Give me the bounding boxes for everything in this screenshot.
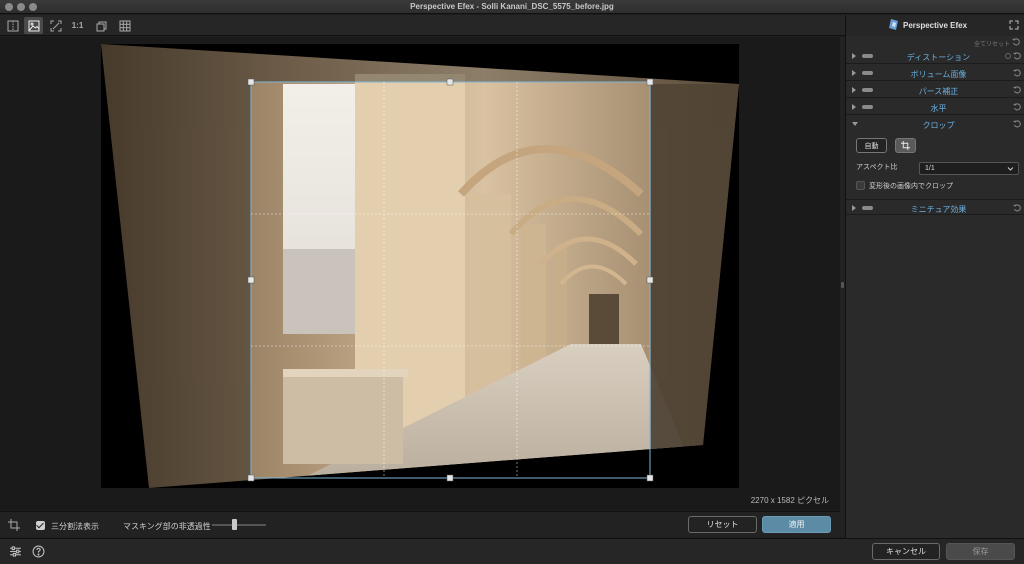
view-toolbar: 1:1	[0, 15, 845, 36]
divider-grip-icon[interactable]	[841, 282, 844, 288]
perspective-efex-logo-icon	[889, 19, 898, 30]
section-reset-icon[interactable]	[1013, 103, 1021, 111]
section-reset-icon[interactable]	[1013, 69, 1021, 77]
crop-controls: 自動 アスペクト比 1/1 変形後の画像内でクロップ	[846, 136, 1024, 196]
section-toggle[interactable]	[862, 54, 873, 58]
section-reset-icon[interactable]	[1013, 86, 1021, 94]
info-icon[interactable]	[1005, 53, 1011, 59]
section-volume[interactable]: ボリューム面像	[846, 65, 1024, 81]
section-horizon[interactable]: 水平	[846, 99, 1024, 115]
section-title: クロップ	[922, 121, 955, 130]
fit-screen-button[interactable]	[46, 17, 65, 34]
section-toggle[interactable]	[862, 88, 873, 92]
pixel-dimensions: 2270 x 1582 ピクセル	[750, 496, 829, 505]
window-title: Perspective Efex - Solli Kanani_DSC_5575…	[410, 2, 614, 11]
crop-auto-button[interactable]: 自動	[856, 138, 887, 153]
reset-all-icon[interactable]	[1012, 38, 1020, 46]
image-canvas[interactable]: 2270 x 1582 ピクセル	[0, 37, 840, 510]
expand-arrow-icon[interactable]	[852, 53, 856, 59]
section-miniature[interactable]: ミニチュア効果	[846, 199, 1024, 215]
photo-preview[interactable]	[101, 44, 739, 488]
reset-all-link[interactable]: 全てリセット	[974, 39, 1010, 48]
mask-opacity-slider-thumb[interactable]	[231, 519, 237, 530]
help-icon[interactable]	[32, 545, 45, 558]
settings-sliders-icon[interactable]	[9, 545, 22, 558]
section-toggle[interactable]	[862, 206, 873, 210]
section-perspective[interactable]: パース補正	[846, 82, 1024, 98]
section-reset-icon[interactable]	[1013, 52, 1021, 60]
aspect-ratio-value: 1/1	[925, 165, 935, 172]
split-view-button[interactable]	[3, 17, 22, 34]
footer-bar: キャンセル 保存	[0, 538, 1024, 564]
apply-button[interactable]: 適用	[762, 516, 831, 533]
crop-icon	[901, 141, 910, 150]
section-toggle[interactable]	[862, 71, 873, 75]
compare-button[interactable]	[92, 17, 111, 34]
transformed-photo	[101, 44, 739, 488]
split-view-icon	[7, 20, 18, 31]
mask-opacity-label: マスキング部の非透過性	[123, 522, 211, 531]
collapse-arrow-icon[interactable]	[852, 122, 858, 126]
mask-opacity-slider[interactable]	[212, 524, 266, 526]
section-distortion[interactable]: ディストーション	[846, 48, 1024, 64]
cancel-button[interactable]: キャンセル	[872, 543, 940, 560]
fit-screen-icon	[50, 20, 61, 31]
section-title: ミニチュア効果	[910, 205, 967, 214]
brand: Perspective Efex	[889, 19, 967, 31]
section-toggle[interactable]	[862, 105, 873, 109]
compare-icon	[96, 21, 106, 31]
crop-manual-button[interactable]	[895, 138, 916, 153]
expand-arrow-icon[interactable]	[852, 87, 856, 93]
section-title: パース補正	[918, 87, 959, 96]
section-reset-icon[interactable]	[1013, 204, 1021, 212]
zoom-100-button[interactable]: 1:1	[68, 17, 87, 34]
reset-button[interactable]: リセット	[688, 516, 757, 533]
panel-header: Perspective Efex	[846, 15, 1024, 36]
canvas-options-bar: 三分割法表示 マスキング部の非透過性 リセット 適用	[0, 511, 840, 537]
chevron-down-icon	[1007, 167, 1014, 171]
fullscreen-icon[interactable]	[1009, 20, 1019, 30]
grid-button[interactable]	[115, 17, 134, 34]
aspect-ratio-label: アスペクト比	[856, 164, 898, 171]
expand-arrow-icon[interactable]	[852, 104, 856, 110]
crop-inside-label: 変形後の画像内でクロップ	[869, 183, 953, 190]
aspect-ratio-select[interactable]: 1/1	[919, 162, 1019, 175]
adjustments-panel: Perspective Efex 全てリセット ディストーション ボリューム面像…	[845, 15, 1024, 538]
section-crop[interactable]: クロップ	[846, 116, 1024, 132]
crop-tool-icon[interactable]	[8, 519, 20, 531]
section-title: 水平	[930, 104, 947, 113]
rule-of-thirds-checkbox[interactable]	[36, 521, 45, 530]
image-view-icon	[28, 20, 39, 31]
expand-arrow-icon[interactable]	[852, 70, 856, 76]
rule-of-thirds-label: 三分割法表示	[51, 522, 99, 531]
title-bar: Perspective Efex - Solli Kanani_DSC_5575…	[0, 0, 1024, 14]
image-view-button[interactable]	[24, 17, 43, 34]
section-title: ボリューム面像	[910, 70, 967, 79]
section-reset-icon[interactable]	[1013, 120, 1021, 128]
section-title: ディストーション	[906, 53, 971, 62]
brand-name: Perspective Efex	[903, 20, 968, 30]
crop-inside-checkbox[interactable]	[856, 181, 865, 190]
save-button[interactable]: 保存	[946, 543, 1015, 560]
expand-arrow-icon[interactable]	[852, 205, 856, 211]
grid-icon	[119, 20, 130, 31]
